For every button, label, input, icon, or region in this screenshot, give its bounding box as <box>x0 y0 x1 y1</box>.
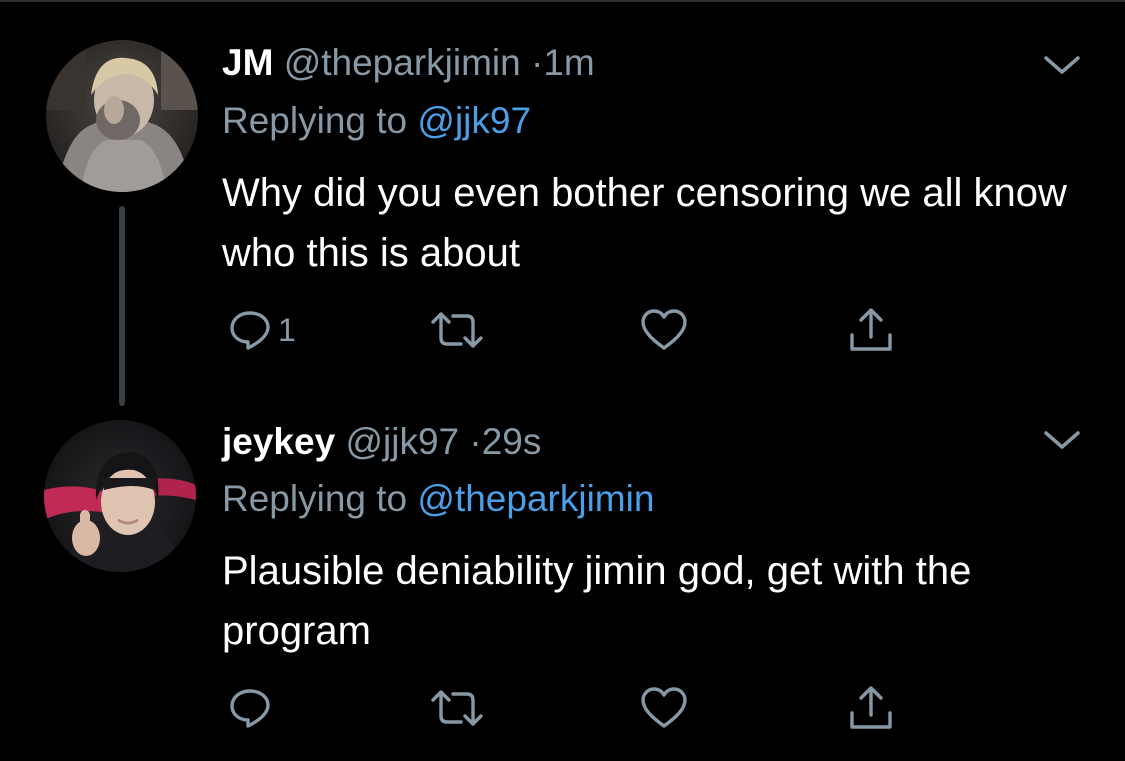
avatar[interactable] <box>44 420 196 572</box>
tweet-actions: 1 <box>222 305 922 355</box>
tweet-text: Plausible deniability jimin god, get wit… <box>222 549 972 653</box>
display-name[interactable]: JM <box>222 42 273 83</box>
replying-to: Replying to @jjk97 <box>222 99 531 143</box>
share-button[interactable] <box>848 305 894 355</box>
replying-to-label: Replying to <box>222 100 408 141</box>
reply-button[interactable] <box>228 683 278 733</box>
separator-dot: · <box>469 421 482 462</box>
share-icon <box>850 308 892 351</box>
retweet-button[interactable] <box>428 305 486 355</box>
tweet-header: jeykey @jjk97 ·29s <box>222 420 541 464</box>
tweet-header: JM @theparkjimin ·1m <box>222 41 595 85</box>
share-button[interactable] <box>848 683 894 733</box>
tweet[interactable]: jeykey @jjk97 ·29s Replying to @theparkj… <box>0 385 1125 761</box>
avatar[interactable] <box>46 40 198 192</box>
chevron-down-icon[interactable] <box>1040 425 1084 455</box>
reply-button[interactable]: 1 <box>228 305 296 355</box>
tweet-text: Why did you even bother censoring we all… <box>222 171 1067 275</box>
tweet[interactable]: JM @theparkjimin ·1m Replying to @jjk97 … <box>0 0 1125 385</box>
like-button[interactable] <box>640 305 688 355</box>
like-button[interactable] <box>640 683 688 733</box>
separator-dot: · <box>531 42 544 83</box>
reply-icon <box>230 311 270 350</box>
heart-icon <box>641 309 687 350</box>
replying-to-mention[interactable]: @jjk97 <box>417 100 531 141</box>
retweet-button[interactable] <box>428 683 486 733</box>
replying-to-mention[interactable]: @theparkjimin <box>417 478 654 519</box>
chevron-down-icon[interactable] <box>1040 50 1084 80</box>
user-handle[interactable]: @jjk97 <box>345 421 459 462</box>
replying-to: Replying to @theparkjimin <box>222 477 654 521</box>
timestamp[interactable]: 29s <box>482 421 542 462</box>
display-name[interactable]: jeykey <box>222 421 335 462</box>
timestamp[interactable]: 1m <box>543 42 594 83</box>
retweet-icon <box>431 312 483 348</box>
tweet-actions <box>222 683 922 733</box>
share-icon <box>850 686 892 729</box>
retweet-icon <box>431 690 483 726</box>
user-handle[interactable]: @theparkjimin <box>284 42 521 83</box>
replying-to-label: Replying to <box>222 478 408 519</box>
reply-icon <box>230 689 270 728</box>
reply-count: 1 <box>278 311 296 348</box>
heart-icon <box>641 687 687 728</box>
